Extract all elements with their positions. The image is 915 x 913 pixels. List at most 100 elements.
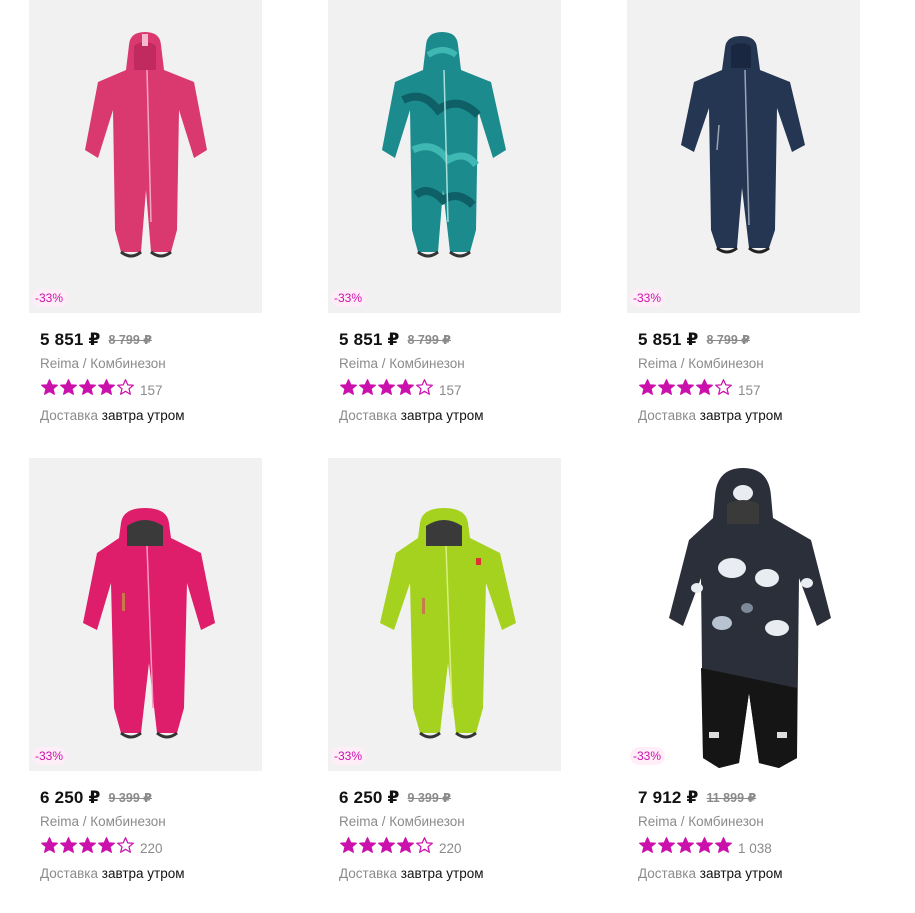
snowsuit-raspberry-image xyxy=(83,508,215,739)
rating: 157 xyxy=(40,379,163,400)
star-filled-icon xyxy=(658,379,675,395)
rating: 157 xyxy=(339,378,462,402)
star-filled-icon xyxy=(397,379,414,395)
current-price: 5 851 ₽ xyxy=(40,330,101,349)
brand-name[interactable]: Reima / Комбинезон xyxy=(339,356,465,371)
star-filled-icon xyxy=(98,837,115,853)
star-filled-icon xyxy=(696,379,713,395)
delivery-time: завтра утром xyxy=(101,408,185,423)
star-filled-icon xyxy=(359,379,376,395)
star-empty-icon xyxy=(416,837,433,853)
product-card[interactable]: -33% 5 851 ₽ 8 799 ₽ Reima / Комбинезон 1… xyxy=(618,0,863,455)
current-price: 6 250 ₽ xyxy=(40,788,101,807)
rating-stars xyxy=(339,836,434,860)
price-row: 6 250 ₽ 9 399 ₽ xyxy=(339,788,451,808)
current-price: 6 250 ₽ xyxy=(339,788,400,807)
product-image[interactable]: -33% xyxy=(29,0,262,313)
price-row: 5 851 ₽ 8 799 ₽ xyxy=(339,330,451,350)
old-price: 9 399 ₽ xyxy=(108,791,152,805)
star-filled-icon xyxy=(60,837,77,853)
delivery-info: Доставка завтра утром xyxy=(40,866,185,881)
star-filled-icon xyxy=(378,837,395,853)
product-card[interactable]: -33% 5 851 ₽ 8 799 ₽ Reima / Комбинезон 1… xyxy=(20,0,265,455)
brand-name[interactable]: Reima / Комбинезон xyxy=(40,356,166,371)
delivery-label: Доставка xyxy=(638,408,696,423)
star-filled-icon xyxy=(715,837,732,853)
rating: 157 xyxy=(638,378,761,402)
review-count[interactable]: 157 xyxy=(140,383,163,398)
delivery-time: завтра утром xyxy=(699,408,783,423)
discount-badge: -33% xyxy=(32,747,68,765)
brand-name[interactable]: Reima / Комбинезон xyxy=(40,814,166,829)
old-price: 8 799 ₽ xyxy=(108,333,152,347)
star-filled-icon xyxy=(397,837,414,853)
product-grid: -33% 5 851 ₽ 8 799 ₽ Reima / Комбинезон 1… xyxy=(0,0,915,912)
old-price: 11 899 ₽ xyxy=(706,791,757,805)
discount-badge: -33% xyxy=(630,289,666,307)
rating-stars xyxy=(339,378,434,402)
rating-stars xyxy=(638,836,733,860)
current-price: 5 851 ₽ xyxy=(638,330,699,349)
discount-badge: -33% xyxy=(331,289,367,307)
delivery-info: Доставка завтра утром xyxy=(638,408,783,423)
old-price: 8 799 ₽ xyxy=(706,333,750,347)
delivery-label: Доставка xyxy=(339,866,397,881)
star-filled-icon xyxy=(359,837,376,853)
star-filled-icon xyxy=(79,837,96,853)
star-filled-icon xyxy=(41,837,58,853)
delivery-time: завтра утром xyxy=(400,866,484,881)
discount-badge: -33% xyxy=(331,747,367,765)
snowsuit-lime-image xyxy=(380,508,516,739)
current-price: 7 912 ₽ xyxy=(638,788,699,807)
product-image[interactable]: -33% xyxy=(29,458,262,771)
price-row: 6 250 ₽ 9 399 ₽ xyxy=(40,788,152,808)
review-count[interactable]: 1 038 xyxy=(738,841,772,856)
discount-badge: -33% xyxy=(32,289,68,307)
review-count[interactable]: 157 xyxy=(738,383,761,398)
star-filled-icon xyxy=(98,379,115,395)
rating: 220 xyxy=(40,837,163,858)
old-price: 9 399 ₽ xyxy=(407,791,451,805)
snowsuit-black-print-image xyxy=(669,468,831,768)
snowsuit-teal-print-image xyxy=(382,32,506,258)
brand-name[interactable]: Reima / Комбинезон xyxy=(638,356,764,371)
delivery-info: Доставка завтра утром xyxy=(638,866,783,881)
review-count[interactable]: 220 xyxy=(140,841,163,856)
delivery-time: завтра утром xyxy=(101,866,185,881)
price-row: 7 912 ₽ 11 899 ₽ xyxy=(638,788,756,808)
star-filled-icon xyxy=(639,379,656,395)
review-count[interactable]: 220 xyxy=(439,841,462,856)
product-image[interactable]: -33% xyxy=(627,458,860,771)
star-filled-icon xyxy=(639,837,656,853)
delivery-label: Доставка xyxy=(638,866,696,881)
star-filled-icon xyxy=(677,837,694,853)
price-row: 5 851 ₽ 8 799 ₽ xyxy=(40,330,152,350)
product-image[interactable]: -33% xyxy=(627,0,860,313)
delivery-time: завтра утром xyxy=(699,866,783,881)
delivery-label: Доставка xyxy=(339,408,397,423)
star-filled-icon xyxy=(340,379,357,395)
review-count[interactable]: 157 xyxy=(439,383,462,398)
delivery-time: завтра утром xyxy=(400,408,484,423)
product-image[interactable]: -33% xyxy=(328,0,561,313)
star-filled-icon xyxy=(60,379,77,395)
delivery-info: Доставка завтра утром xyxy=(40,408,185,423)
snowsuit-pink-image xyxy=(85,32,207,258)
rating-stars xyxy=(638,378,733,402)
product-card[interactable]: -33% 7 912 ₽11 899 ₽ Reima / Комбинезон … xyxy=(618,458,863,913)
price-row: 5 851 ₽ 8 799 ₽ xyxy=(638,330,750,350)
current-price: 5 851 ₽ xyxy=(339,330,400,349)
star-filled-icon xyxy=(340,837,357,853)
delivery-label: Доставка xyxy=(40,408,98,423)
product-card[interactable]: -33% 6 250 ₽ 9 399 ₽ Reima / Комбинезон 2… xyxy=(20,458,265,913)
brand-name[interactable]: Reima / Комбинезон xyxy=(638,814,764,829)
star-filled-icon xyxy=(378,379,395,395)
product-image[interactable]: -33% xyxy=(328,458,561,771)
product-card[interactable]: -33% 5 851 ₽ 8 799 ₽ Reima / Комбинезон 1… xyxy=(319,0,564,455)
snowsuit-navy-image xyxy=(681,36,805,254)
brand-name[interactable]: Reima / Комбинезон xyxy=(339,814,465,829)
star-filled-icon xyxy=(696,837,713,853)
discount-badge: -33% xyxy=(630,747,666,765)
star-filled-icon xyxy=(658,837,675,853)
product-card[interactable]: -33% 6 250 ₽ 9 399 ₽ Reima / Комбинезон 2… xyxy=(319,458,564,913)
